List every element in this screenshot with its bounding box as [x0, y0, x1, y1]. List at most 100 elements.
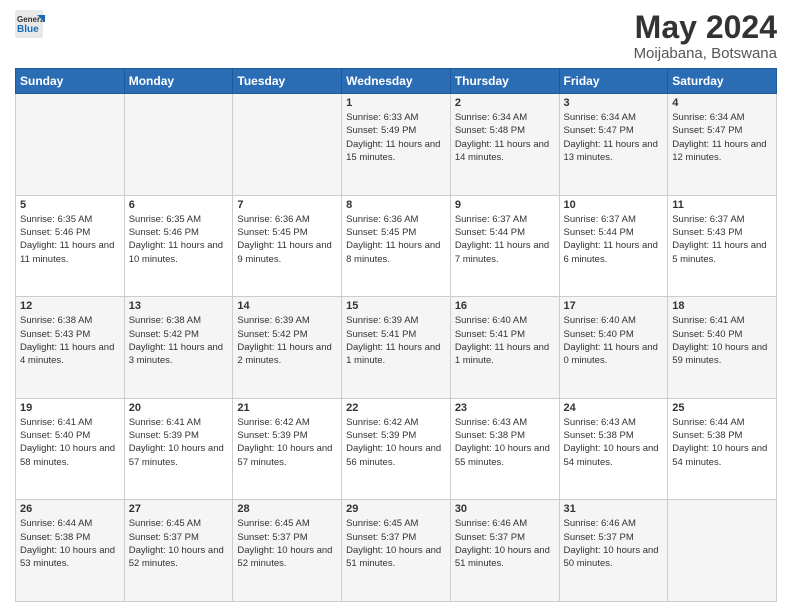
title-area: May 2024 Moijabana, Botswana [634, 10, 777, 62]
calendar-cell: 14Sunrise: 6:39 AMSunset: 5:42 PMDayligh… [233, 297, 342, 399]
cell-info: Sunrise: 6:37 AMSunset: 5:44 PMDaylight:… [564, 213, 664, 266]
cell-info: Sunrise: 6:40 AMSunset: 5:40 PMDaylight:… [564, 314, 664, 367]
cell-info: Sunrise: 6:44 AMSunset: 5:38 PMDaylight:… [20, 517, 120, 570]
calendar-week-row: 19 Sunrise: 6:41 AMSunset: 5:40 PMDayligh… [16, 398, 777, 500]
day-number: 10 [564, 199, 664, 211]
cell-info: Sunrise: 6:34 AMSunset: 5:47 PMDaylight:… [672, 111, 772, 164]
day-number: 25 [672, 402, 772, 414]
cell-info: Sunrise: 6:41 AMSunset: 5:39 PMDaylight:… [129, 416, 229, 469]
calendar-cell: 28 Sunrise: 6:45 AMSunset: 5:37 PMDayligh… [233, 500, 342, 602]
cell-info: Sunrise: 6:41 AMSunset: 5:40 PMDaylight:… [20, 416, 120, 469]
logo-icon: General Blue [15, 10, 45, 38]
calendar-day-header: Sunday [16, 69, 125, 94]
day-number: 11 [672, 199, 772, 211]
calendar-cell [124, 94, 233, 196]
cell-info: Sunrise: 6:38 AMSunset: 5:42 PMDaylight:… [129, 314, 229, 367]
cell-info: Sunrise: 6:36 AMSunset: 5:45 PMDaylight:… [237, 213, 337, 266]
cell-info: Sunrise: 6:46 AMSunset: 5:37 PMDaylight:… [455, 517, 555, 570]
calendar-cell: 30 Sunrise: 6:46 AMSunset: 5:37 PMDayligh… [450, 500, 559, 602]
calendar-cell: 7 Sunrise: 6:36 AMSunset: 5:45 PMDaylight… [233, 195, 342, 297]
cell-info: Sunrise: 6:45 AMSunset: 5:37 PMDaylight:… [346, 517, 446, 570]
day-number: 23 [455, 402, 555, 414]
cell-info: Sunrise: 6:37 AMSunset: 5:43 PMDaylight:… [672, 213, 772, 266]
calendar-cell: 8 Sunrise: 6:36 AMSunset: 5:45 PMDaylight… [342, 195, 451, 297]
cell-info: Sunrise: 6:33 AMSunset: 5:49 PMDaylight:… [346, 111, 446, 164]
calendar-cell: 1 Sunrise: 6:33 AMSunset: 5:49 PMDaylight… [342, 94, 451, 196]
calendar-week-row: 5 Sunrise: 6:35 AMSunset: 5:46 PMDaylight… [16, 195, 777, 297]
day-number: 8 [346, 199, 446, 211]
day-number: 30 [455, 503, 555, 515]
calendar-cell: 18 Sunrise: 6:41 AMSunset: 5:40 PMDayligh… [668, 297, 777, 399]
calendar-day-header: Friday [559, 69, 668, 94]
calendar-cell [233, 94, 342, 196]
calendar-cell: 31Sunrise: 6:46 AMSunset: 5:37 PMDayligh… [559, 500, 668, 602]
day-number: 7 [237, 199, 337, 211]
cell-info: Sunrise: 6:38 AMSunset: 5:43 PMDaylight:… [20, 314, 120, 367]
calendar-cell: 10 Sunrise: 6:37 AMSunset: 5:44 PMDayligh… [559, 195, 668, 297]
calendar-cell: 26 Sunrise: 6:44 AMSunset: 5:38 PMDayligh… [16, 500, 125, 602]
svg-text:Blue: Blue [17, 24, 39, 35]
day-number: 14 [237, 300, 337, 312]
calendar-cell [668, 500, 777, 602]
cell-info: Sunrise: 6:36 AMSunset: 5:45 PMDaylight:… [346, 213, 446, 266]
cell-info: Sunrise: 6:45 AMSunset: 5:37 PMDaylight:… [237, 517, 337, 570]
day-number: 26 [20, 503, 120, 515]
day-number: 2 [455, 97, 555, 109]
cell-info: Sunrise: 6:34 AMSunset: 5:48 PMDaylight:… [455, 111, 555, 164]
day-number: 3 [564, 97, 664, 109]
cell-info: Sunrise: 6:42 AMSunset: 5:39 PMDaylight:… [237, 416, 337, 469]
cell-info: Sunrise: 6:45 AMSunset: 5:37 PMDaylight:… [129, 517, 229, 570]
calendar-cell: 25 Sunrise: 6:44 AMSunset: 5:38 PMDayligh… [668, 398, 777, 500]
page: General Blue May 2024 Moijabana, Botswan… [0, 0, 792, 612]
header: General Blue May 2024 Moijabana, Botswan… [15, 10, 777, 62]
day-number: 5 [20, 199, 120, 211]
calendar-cell: 19 Sunrise: 6:41 AMSunset: 5:40 PMDayligh… [16, 398, 125, 500]
cell-info: Sunrise: 6:44 AMSunset: 5:38 PMDaylight:… [672, 416, 772, 469]
day-number: 19 [20, 402, 120, 414]
day-number: 4 [672, 97, 772, 109]
day-number: 13 [129, 300, 229, 312]
day-number: 17 [564, 300, 664, 312]
day-number: 21 [237, 402, 337, 414]
calendar-cell: 9 Sunrise: 6:37 AMSunset: 5:44 PMDaylight… [450, 195, 559, 297]
cell-info: Sunrise: 6:37 AMSunset: 5:44 PMDaylight:… [455, 213, 555, 266]
day-number: 1 [346, 97, 446, 109]
calendar-cell: 21 Sunrise: 6:42 AMSunset: 5:39 PMDayligh… [233, 398, 342, 500]
calendar-cell [16, 94, 125, 196]
calendar: SundayMondayTuesdayWednesdayThursdayFrid… [15, 68, 777, 602]
calendar-cell: 5Sunrise: 6:35 AMSunset: 5:46 PMDaylight… [16, 195, 125, 297]
calendar-day-header: Monday [124, 69, 233, 94]
day-number: 9 [455, 199, 555, 211]
calendar-cell: 2 Sunrise: 6:34 AMSunset: 5:48 PMDaylight… [450, 94, 559, 196]
cell-info: Sunrise: 6:41 AMSunset: 5:40 PMDaylight:… [672, 314, 772, 367]
calendar-day-header: Tuesday [233, 69, 342, 94]
calendar-week-row: 12 Sunrise: 6:38 AMSunset: 5:43 PMDayligh… [16, 297, 777, 399]
calendar-day-header: Wednesday [342, 69, 451, 94]
subtitle: Moijabana, Botswana [634, 45, 777, 62]
day-number: 18 [672, 300, 772, 312]
calendar-day-header: Thursday [450, 69, 559, 94]
calendar-cell: 22 Sunrise: 6:42 AMSunset: 5:39 PMDayligh… [342, 398, 451, 500]
calendar-day-header: Saturday [668, 69, 777, 94]
day-number: 15 [346, 300, 446, 312]
cell-info: Sunrise: 6:42 AMSunset: 5:39 PMDaylight:… [346, 416, 446, 469]
day-number: 12 [20, 300, 120, 312]
calendar-cell: 24Sunrise: 6:43 AMSunset: 5:38 PMDayligh… [559, 398, 668, 500]
day-number: 16 [455, 300, 555, 312]
calendar-cell: 3 Sunrise: 6:34 AMSunset: 5:47 PMDaylight… [559, 94, 668, 196]
cell-info: Sunrise: 6:34 AMSunset: 5:47 PMDaylight:… [564, 111, 664, 164]
day-number: 28 [237, 503, 337, 515]
day-number: 22 [346, 402, 446, 414]
calendar-cell: 23 Sunrise: 6:43 AMSunset: 5:38 PMDayligh… [450, 398, 559, 500]
cell-info: Sunrise: 6:43 AMSunset: 5:38 PMDaylight:… [564, 416, 664, 469]
calendar-cell: 29Sunrise: 6:45 AMSunset: 5:37 PMDayligh… [342, 500, 451, 602]
calendar-week-row: 26 Sunrise: 6:44 AMSunset: 5:38 PMDayligh… [16, 500, 777, 602]
calendar-cell: 12 Sunrise: 6:38 AMSunset: 5:43 PMDayligh… [16, 297, 125, 399]
calendar-cell: 15 Sunrise: 6:39 AMSunset: 5:41 PMDayligh… [342, 297, 451, 399]
main-title: May 2024 [634, 10, 777, 45]
day-number: 6 [129, 199, 229, 211]
calendar-cell: 27Sunrise: 6:45 AMSunset: 5:37 PMDayligh… [124, 500, 233, 602]
cell-info: Sunrise: 6:39 AMSunset: 5:41 PMDaylight:… [346, 314, 446, 367]
cell-info: Sunrise: 6:35 AMSunset: 5:46 PMDaylight:… [129, 213, 229, 266]
cell-info: Sunrise: 6:43 AMSunset: 5:38 PMDaylight:… [455, 416, 555, 469]
